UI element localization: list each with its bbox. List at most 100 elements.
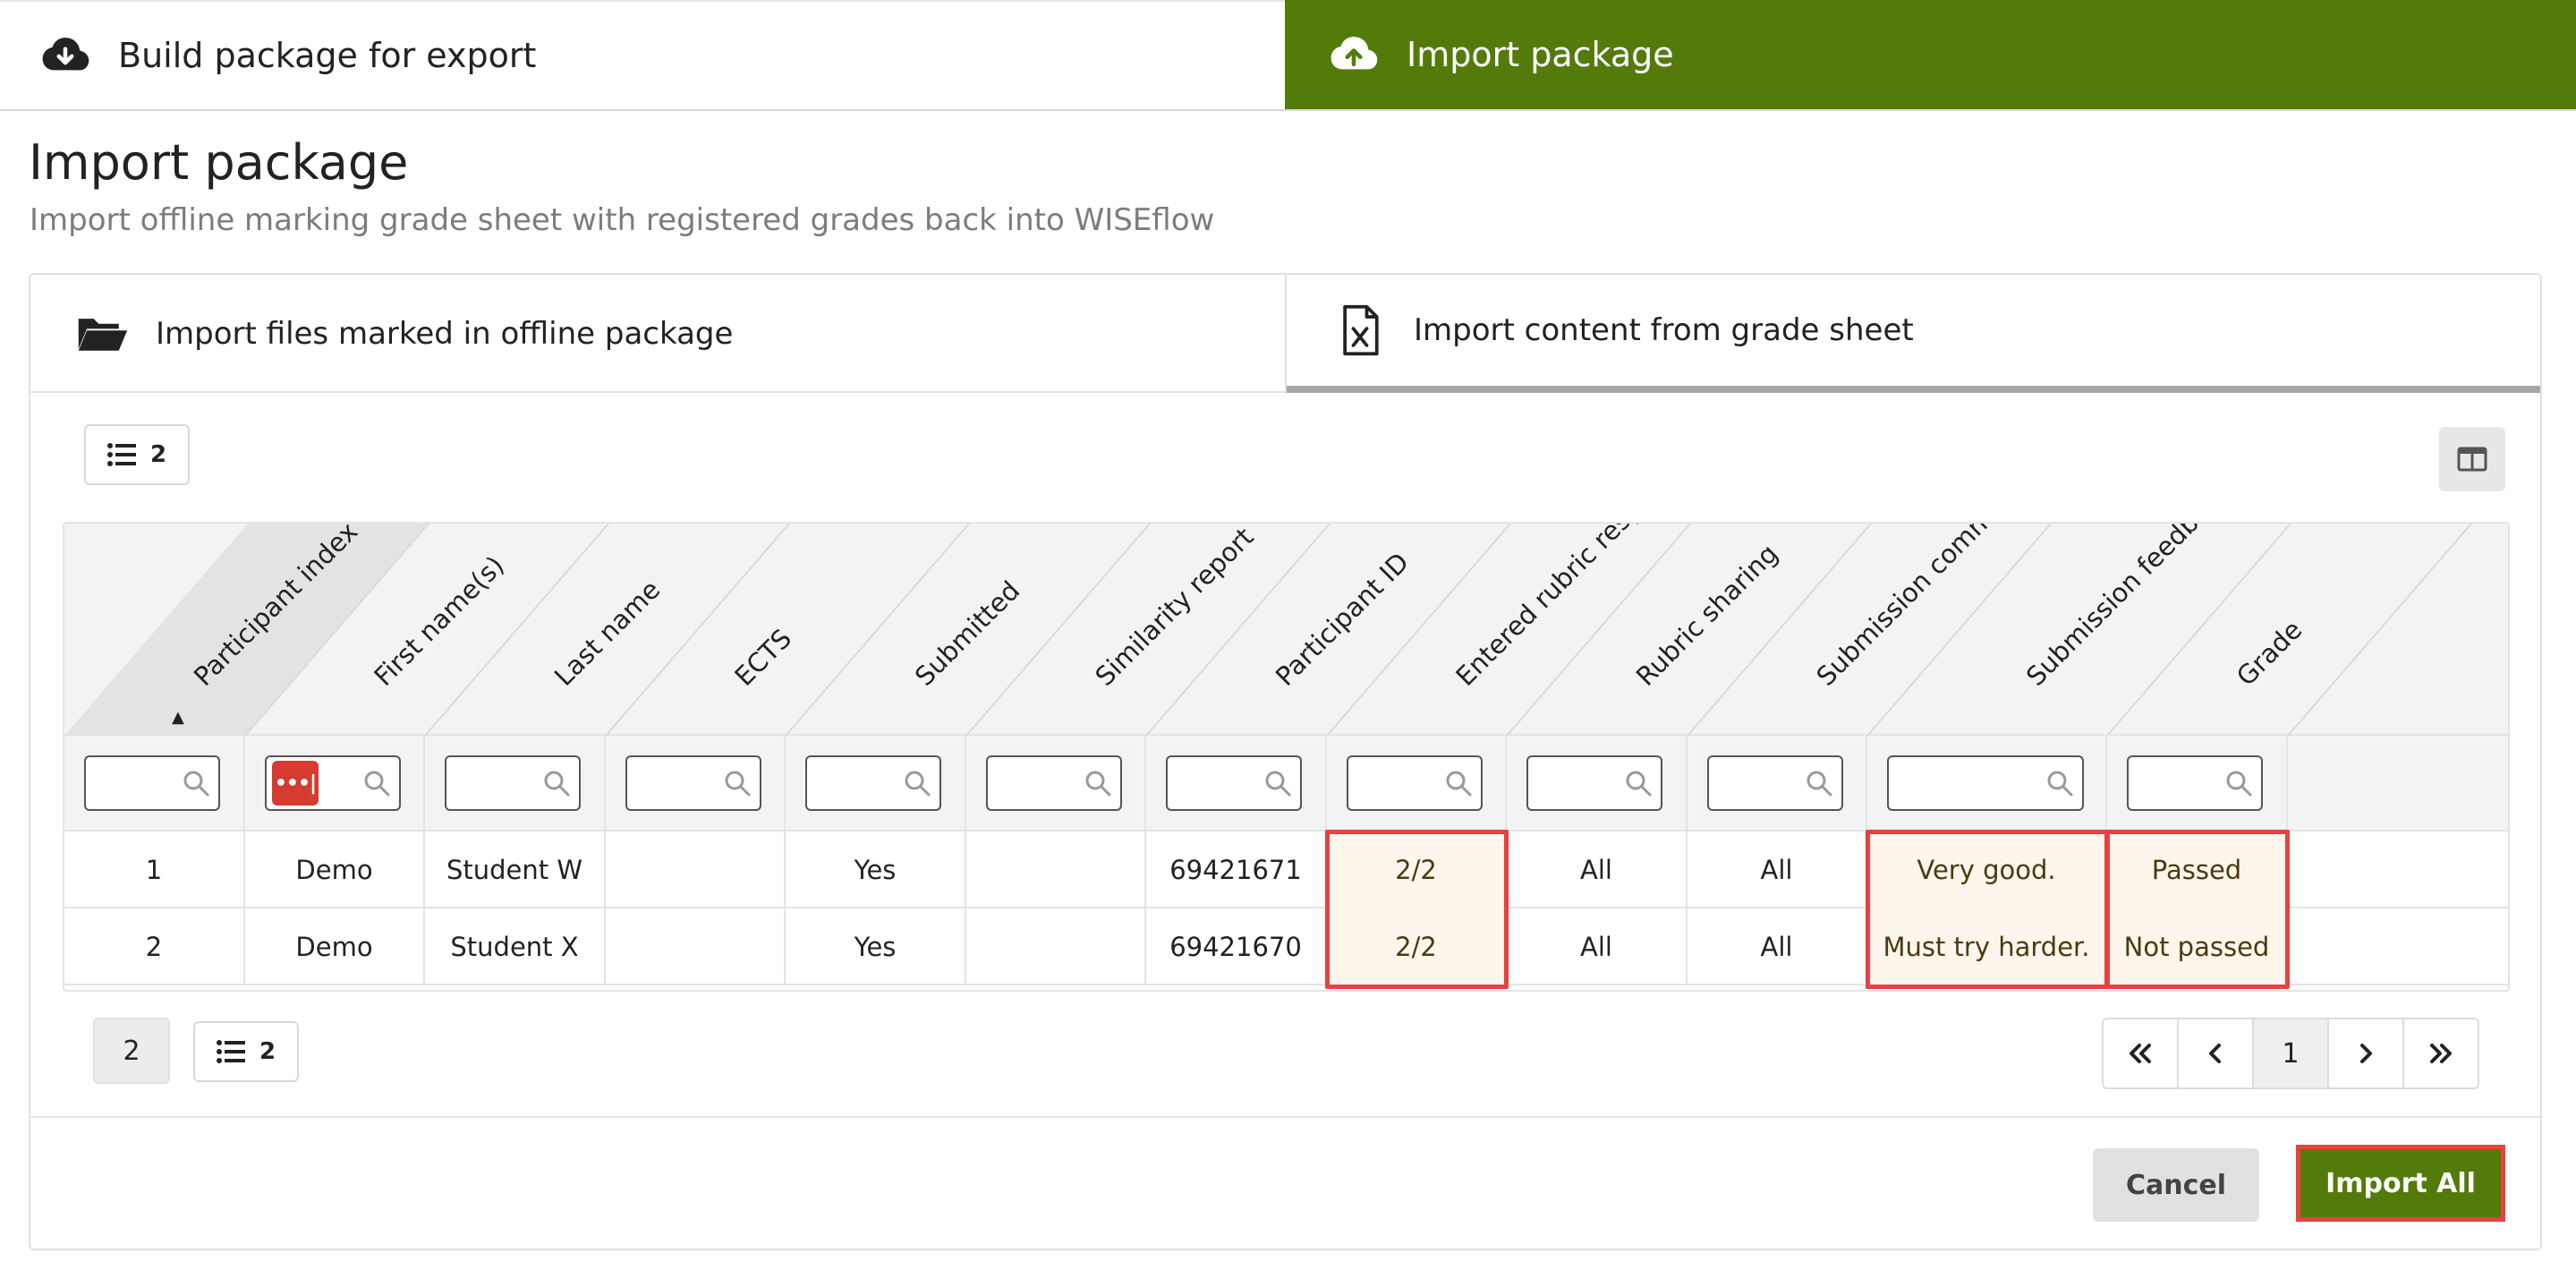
column-filter-input[interactable] bbox=[1347, 755, 1483, 811]
column-filter-input[interactable] bbox=[625, 755, 761, 811]
filter-cell-6 bbox=[1146, 736, 1327, 831]
tab-import-grade-sheet[interactable]: Import content from grade sheet bbox=[1287, 275, 2540, 393]
grade-sheet-grid: Participant index First name(s) Last name E… bbox=[63, 522, 2510, 992]
table-cell: Passed bbox=[2107, 831, 2288, 908]
column-header-separator bbox=[605, 524, 790, 736]
column-header-11[interactable]: Grade bbox=[2231, 614, 2308, 692]
column-header-5[interactable]: Similarity report bbox=[1089, 524, 1259, 692]
filter-cell-8 bbox=[1507, 736, 1688, 831]
cancel-button[interactable]: Cancel bbox=[2093, 1148, 2259, 1222]
next-page-button[interactable] bbox=[2329, 1019, 2404, 1087]
column-header-9[interactable]: Submission comme... bbox=[1810, 524, 2028, 692]
column-header-2[interactable]: Last name bbox=[548, 575, 666, 692]
filter-cell-4 bbox=[786, 736, 966, 831]
column-header-8[interactable]: Rubric sharing bbox=[1630, 538, 1784, 692]
tab-import-label: Import package bbox=[1407, 35, 1674, 74]
column-filter-input[interactable] bbox=[1166, 755, 1302, 811]
table-cell bbox=[606, 831, 786, 908]
table-cell bbox=[966, 908, 1146, 985]
filter-row: •••| bbox=[64, 736, 2508, 831]
list-icon bbox=[216, 1040, 245, 1063]
filter-cell-1: •••| bbox=[245, 736, 425, 831]
search-icon bbox=[1446, 771, 1472, 797]
rows-count-label: 2 bbox=[149, 441, 167, 468]
column-header-3[interactable]: ECTS bbox=[728, 623, 797, 692]
import-mode-tabs: Import files marked in offline package I… bbox=[30, 275, 2540, 393]
column-header-separator bbox=[424, 524, 609, 736]
table-row[interactable]: 1 Demo Student W Yes 69421671 2/2 All All Very g… bbox=[64, 831, 2508, 908]
sort-ascending-icon: ▲ bbox=[172, 708, 184, 727]
table-row[interactable]: 2 Demo Student X Yes 69421670 2/2 All All Must t… bbox=[64, 908, 2508, 985]
table-cell: Demo bbox=[245, 831, 425, 908]
column-filter-input[interactable]: •••| bbox=[265, 755, 401, 811]
tab-import-files[interactable]: Import files marked in offline package bbox=[30, 275, 1287, 393]
filter-cell-9 bbox=[1688, 736, 1867, 831]
table-cell: Must try harder. bbox=[1867, 908, 2107, 985]
table-cell: Not passed bbox=[2107, 908, 2288, 985]
column-header-4[interactable]: Submitted bbox=[909, 575, 1025, 691]
column-layout-button[interactable] bbox=[2439, 427, 2505, 491]
columns-icon bbox=[2457, 447, 2487, 472]
search-icon bbox=[725, 771, 751, 797]
column-filter-input[interactable] bbox=[1707, 755, 1843, 811]
table-cell: 1 bbox=[64, 831, 245, 908]
grid-header: Participant index First name(s) Last name E… bbox=[64, 524, 2508, 736]
table-cell: 69421671 bbox=[1146, 831, 1327, 908]
tab-export-label: Build package for export bbox=[118, 36, 537, 75]
current-page-button[interactable]: 1 bbox=[2254, 1019, 2329, 1087]
last-page-button[interactable] bbox=[2404, 1019, 2478, 1087]
column-filter-input[interactable] bbox=[1526, 755, 1662, 811]
table-cell: Student W bbox=[425, 831, 606, 908]
page-title: Import package bbox=[29, 134, 409, 191]
column-filter-input[interactable] bbox=[84, 755, 220, 811]
table-cell: 69421670 bbox=[1146, 908, 1327, 985]
column-filter-input[interactable] bbox=[445, 755, 581, 811]
table-cell: All bbox=[1507, 831, 1688, 908]
double-chevron-left-icon bbox=[2130, 1044, 2151, 1063]
table-cell: Very good. bbox=[1867, 831, 2107, 908]
rotated-column-headers: Participant index First name(s) Last name E… bbox=[64, 524, 2472, 736]
filter-cell-3 bbox=[606, 736, 786, 831]
search-icon bbox=[905, 771, 931, 797]
tab-import-package[interactable]: Import package bbox=[1285, 0, 2576, 109]
table-cell: 2/2 bbox=[1327, 831, 1507, 908]
table-cell: All bbox=[1688, 831, 1867, 908]
chevron-right-icon bbox=[2360, 1044, 2372, 1063]
column-header-1[interactable]: First name(s) bbox=[368, 550, 510, 692]
table-cell: Demo bbox=[245, 908, 425, 985]
page-count-button[interactable]: 2 bbox=[93, 1018, 170, 1084]
table-cell: Student X bbox=[425, 908, 606, 985]
table-cell: All bbox=[1507, 908, 1688, 985]
pagination: 1 bbox=[2102, 1018, 2479, 1089]
folder-open-icon bbox=[78, 319, 128, 351]
table-cell: 2/2 bbox=[1327, 908, 1507, 985]
search-icon bbox=[2047, 771, 2073, 797]
excel-file-icon bbox=[1343, 304, 1379, 356]
rows-per-page-button-bottom[interactable]: 2 bbox=[193, 1021, 299, 1082]
cloud-upload-icon bbox=[1331, 37, 1378, 70]
rows-per-page-button[interactable]: 2 bbox=[84, 424, 190, 485]
table-cell bbox=[606, 908, 786, 985]
column-header-separator bbox=[965, 524, 1151, 736]
column-filter-input[interactable] bbox=[986, 755, 1122, 811]
prev-page-button[interactable] bbox=[2179, 1019, 2254, 1087]
search-icon bbox=[1626, 771, 1652, 797]
table-cell: All bbox=[1688, 908, 1867, 985]
column-filter-input[interactable] bbox=[2127, 755, 2263, 811]
column-filter-input[interactable] bbox=[805, 755, 941, 811]
column-header-separator bbox=[785, 524, 970, 736]
filter-cell-5 bbox=[966, 736, 1146, 831]
rows-count-label-bottom: 2 bbox=[259, 1038, 276, 1065]
column-header-10[interactable]: Submission feedback bbox=[2020, 524, 2237, 692]
table-cell bbox=[966, 831, 1146, 908]
table-cell: Yes bbox=[786, 831, 966, 908]
first-page-button[interactable] bbox=[2104, 1019, 2179, 1087]
search-icon bbox=[364, 771, 390, 797]
search-icon bbox=[1265, 771, 1291, 797]
column-filter-input[interactable] bbox=[1887, 755, 2084, 811]
tab-build-package-export[interactable]: Build package for export bbox=[0, 0, 1285, 109]
search-icon bbox=[2226, 771, 2252, 797]
regex-filter-toggle[interactable]: •••| bbox=[272, 761, 319, 806]
table-cell: Yes bbox=[786, 908, 966, 985]
import-all-button[interactable]: Import All bbox=[2296, 1145, 2505, 1222]
